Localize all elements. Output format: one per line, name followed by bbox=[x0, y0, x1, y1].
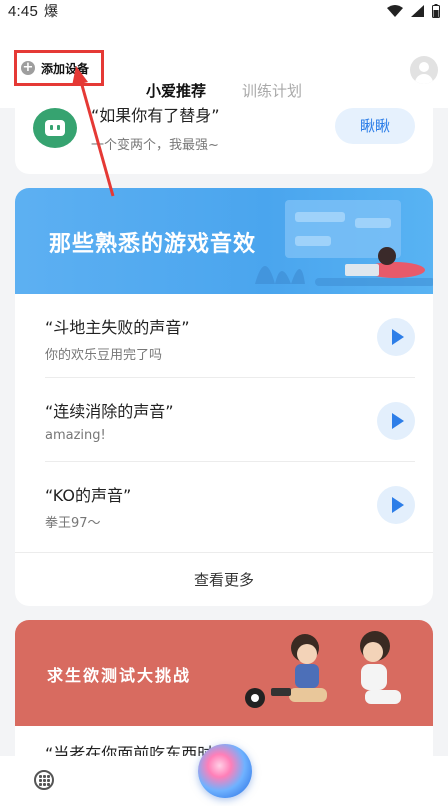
sound-item-1[interactable]: “斗地主失败的声音” 你的欢乐豆用完了吗 bbox=[15, 294, 433, 378]
play-button[interactable] bbox=[377, 486, 415, 524]
challenge-banner[interactable]: 求生欲测试大挑战 bbox=[15, 620, 433, 726]
challenge-banner-title: 求生欲测试大挑战 bbox=[47, 666, 192, 685]
status-time: 4:45 bbox=[8, 2, 38, 20]
play-icon bbox=[392, 329, 404, 345]
top-card[interactable]: “如果你有了替身” 一个变两个，我最强~ 瞅瞅 bbox=[15, 98, 433, 174]
look-button[interactable]: 瞅瞅 bbox=[335, 108, 415, 144]
signal-icon bbox=[411, 5, 424, 17]
game-sounds-card: 那些熟悉的游戏音效 “斗地主失败的声音” 你的欢乐豆用完了吗 “连续消除的声音”… bbox=[15, 188, 433, 606]
play-icon bbox=[392, 413, 404, 429]
status-bar: 4:45 爆 bbox=[0, 0, 448, 22]
top-card-title: “如果你有了替身” bbox=[91, 106, 220, 125]
chat-bubble-icon bbox=[33, 108, 77, 148]
game-sounds-banner[interactable]: 那些熟悉的游戏音效 bbox=[15, 188, 433, 294]
sound-item-3[interactable]: “KO的声音” 拳王97～ bbox=[15, 462, 433, 546]
wifi-icon bbox=[387, 5, 403, 17]
status-icons bbox=[387, 4, 440, 18]
status-extra: 爆 bbox=[44, 4, 58, 20]
view-more-button[interactable]: 查看更多 bbox=[15, 552, 433, 606]
plus-icon: + bbox=[21, 60, 35, 75]
sound-item-subtitle: amazing! bbox=[45, 428, 106, 443]
add-device-label: 添加设备 bbox=[41, 61, 90, 76]
sound-item-2[interactable]: “连续消除的声音” amazing! bbox=[15, 378, 433, 462]
play-button[interactable] bbox=[377, 318, 415, 356]
game-sounds-banner-title: 那些熟悉的游戏音效 bbox=[49, 232, 257, 257]
sound-item-subtitle: 拳王97～ bbox=[45, 516, 101, 531]
play-icon bbox=[392, 497, 404, 513]
voice-assistant-button[interactable] bbox=[198, 744, 252, 798]
battery-icon bbox=[432, 4, 440, 18]
sound-item-title: “KO的声音” bbox=[45, 486, 132, 505]
game-sounds-illustration bbox=[255, 200, 433, 286]
sound-item-title: “连续消除的声音” bbox=[45, 402, 174, 421]
sound-item-subtitle: 你的欢乐豆用完了吗 bbox=[45, 348, 163, 363]
play-button[interactable] bbox=[377, 402, 415, 440]
challenge-illustration bbox=[245, 631, 401, 708]
top-card-subtitle: 一个变两个，我最强~ bbox=[91, 138, 219, 153]
header: + 添加设备 小爱推荐 训练计划 bbox=[0, 22, 448, 111]
sound-item-title: “斗地主失败的声音” bbox=[45, 318, 190, 337]
apps-grid-icon[interactable] bbox=[34, 770, 54, 790]
avatar-head bbox=[419, 62, 429, 72]
